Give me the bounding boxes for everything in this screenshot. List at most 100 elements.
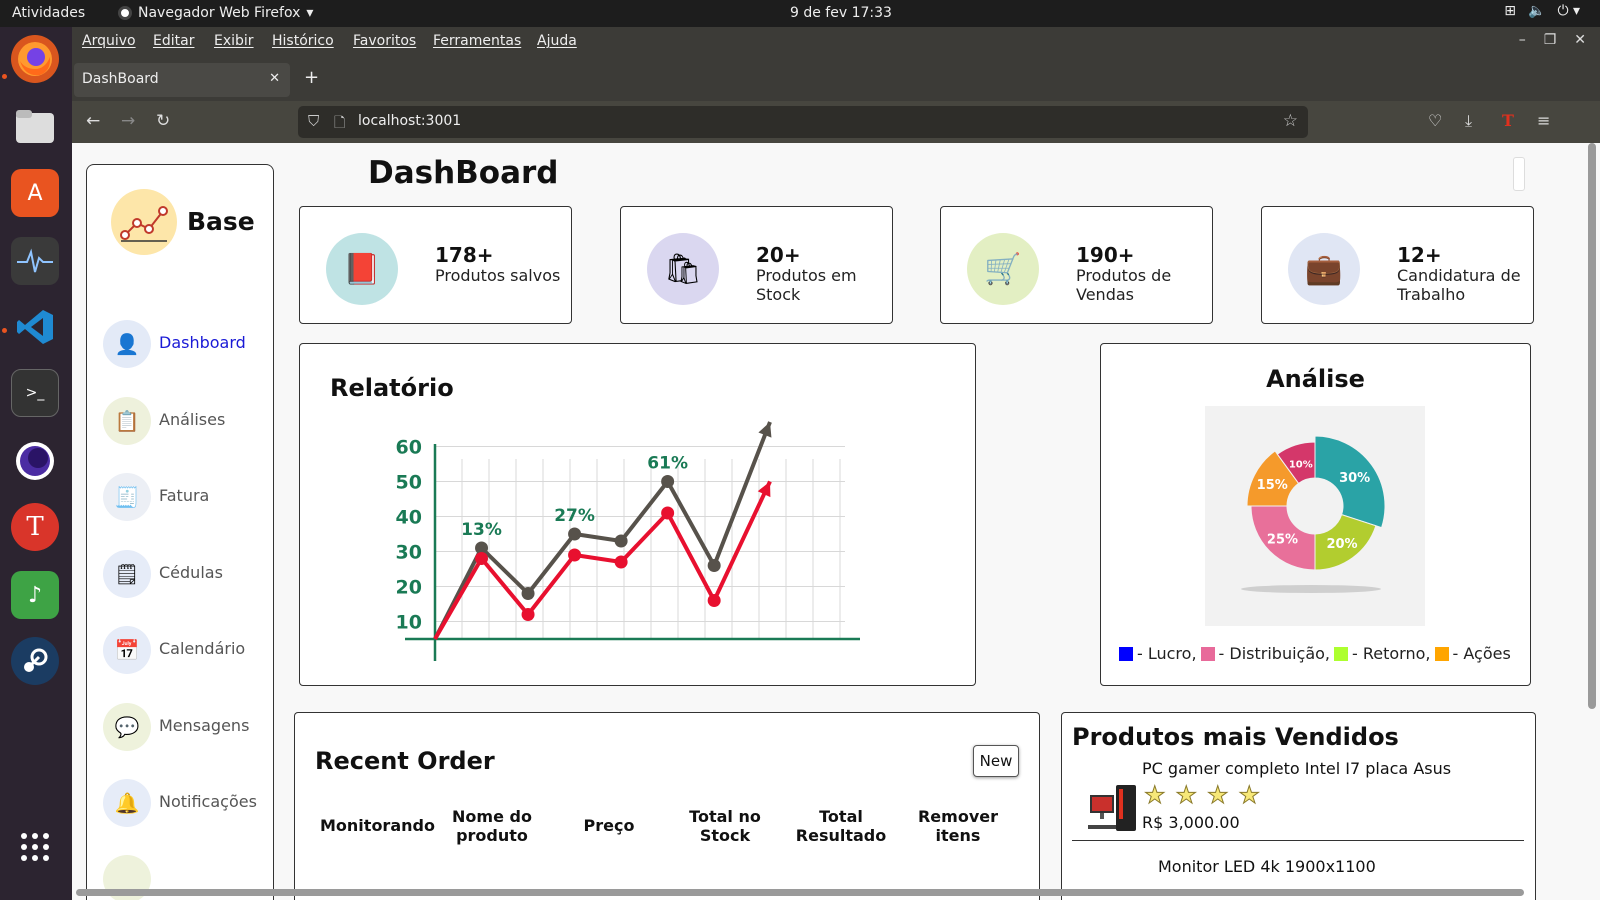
minimize-icon[interactable]: – xyxy=(1519,32,1526,48)
sidebar-item-label: Cédulas xyxy=(159,563,223,582)
menu-exibir[interactable]: Exibir xyxy=(214,33,254,49)
y-tick-label: 20 xyxy=(396,577,422,599)
back-icon[interactable]: ← xyxy=(86,111,100,131)
y-tick-label: 10 xyxy=(396,612,422,634)
column-header-monitorando[interactable]: Monitorando xyxy=(320,816,435,835)
data-point xyxy=(568,548,582,562)
data-point xyxy=(661,506,675,520)
analysis-legend: - Lucro, - Distribuição, - Retorno, - Aç… xyxy=(1119,644,1515,663)
new-order-button[interactable]: New xyxy=(973,745,1019,777)
menu-historico[interactable]: Histórico xyxy=(272,33,334,49)
sidebar-item-label: Calendário xyxy=(159,639,246,658)
bookmark-star-icon[interactable]: ☆ xyxy=(1283,111,1298,131)
column-header-remover-itens[interactable]: Remover itens xyxy=(903,807,1013,845)
show-apps-icon[interactable] xyxy=(11,823,59,871)
page-title: DashBoard xyxy=(368,155,559,191)
column-header-total-no-stock[interactable]: Total no Stock xyxy=(670,807,780,845)
sidebar-item-fatura[interactable]: 🧾 Fatura xyxy=(103,473,273,521)
legend-label: - Retorno, xyxy=(1352,644,1431,663)
menu-favoritos[interactable]: Favoritos xyxy=(353,33,416,49)
stat-card-candidatura[interactable]: 💼 12+ Candidatura de Trabalho xyxy=(1261,206,1534,324)
vscode-icon[interactable] xyxy=(11,303,59,351)
hamburger-menu-icon[interactable]: ≡ xyxy=(1537,111,1550,130)
page-scroll-widget[interactable] xyxy=(1513,157,1525,191)
column-header-preco[interactable]: Preço xyxy=(554,816,664,835)
navigation-toolbar: ← → ↻ ⛉ 🗋 localhost:3001 ☆ ♡ ⤓ T ≡ xyxy=(72,101,1600,143)
product-name[interactable]: Monitor LED 4k 1900x1100 xyxy=(1158,857,1376,876)
sidebar-item-label: Dashboard xyxy=(159,333,246,352)
notes-icon: 🗒 xyxy=(103,550,151,598)
steam-icon[interactable] xyxy=(11,637,59,685)
shopping-bag-icon: 🛍 xyxy=(647,233,719,305)
extension-icon[interactable]: T xyxy=(1502,111,1514,130)
cart-icon: 🛒 xyxy=(967,233,1039,305)
music-player-icon[interactable]: ♪ xyxy=(11,571,59,619)
product-name[interactable]: PC gamer completo Intel I7 placa Asus xyxy=(1142,759,1451,778)
pie-slice-label: 10% xyxy=(1289,459,1313,470)
sidebar-item-label: Análises xyxy=(159,410,226,429)
briefcase-icon: 💼 xyxy=(1288,233,1360,305)
typora-icon[interactable]: T xyxy=(11,503,59,551)
sidebar-item-dashboard[interactable]: 👤 Dashboard xyxy=(103,320,273,368)
product-divider xyxy=(1072,840,1524,841)
horizontal-scrollbar[interactable] xyxy=(76,889,1524,896)
shield-icon[interactable]: ⛉ xyxy=(308,112,319,130)
menu-editar[interactable]: Editar xyxy=(153,33,194,49)
tor-browser-icon[interactable] xyxy=(11,437,59,485)
y-tick-label: 60 xyxy=(396,437,422,459)
close-window-icon[interactable]: ✕ xyxy=(1574,32,1586,48)
column-header-nome-do-produto[interactable]: Nome do produto xyxy=(437,807,547,845)
stat-card-produtos-salvos[interactable]: 📕 178+ Produtos salvos xyxy=(299,206,572,324)
files-icon[interactable] xyxy=(11,103,59,151)
downloads-icon[interactable]: ⤓ xyxy=(1465,111,1472,131)
clock[interactable]: 9 de fev 17:33 xyxy=(790,5,892,21)
stat-value: 178+ xyxy=(435,243,494,267)
stat-card-produtos-em-stock[interactable]: 🛍 20+ Produtos em Stock xyxy=(620,206,893,324)
page-info-icon[interactable]: 🗋 xyxy=(334,112,345,136)
sidebar-item-cedulas[interactable]: 🗒 Cédulas xyxy=(103,550,273,598)
legend-swatch xyxy=(1119,646,1133,661)
analysis-pie-chart: 30% 20% 25% 15%10% xyxy=(1241,435,1386,593)
network-icon[interactable]: ⊞ xyxy=(1504,3,1516,19)
legend-label: - Distribuição, xyxy=(1218,644,1331,663)
power-icon[interactable]: ⏻ ▾ xyxy=(1557,3,1580,19)
menu-ferramentas[interactable]: Ferramentas xyxy=(433,33,521,49)
brand-name: Base xyxy=(187,207,255,236)
sidebar-item-calendario[interactable]: 📅 Calendário xyxy=(103,626,273,674)
tab-dashboard[interactable]: DashBoard ✕ xyxy=(74,63,290,97)
stat-card-produtos-de-vendas[interactable]: 🛒 190+ Produtos de Vendas xyxy=(940,206,1213,324)
reload-icon[interactable]: ↻ xyxy=(156,111,170,131)
gaming-pc-image[interactable] xyxy=(1086,781,1142,837)
url-bar[interactable]: ⛉ 🗋 localhost:3001 ☆ xyxy=(298,106,1308,138)
app-menu[interactable]: Navegador Web Firefox ▾ xyxy=(118,5,313,21)
system-top-bar: Atividades Navegador Web Firefox ▾ 9 de … xyxy=(0,0,1600,27)
menu-arquivo[interactable]: Arquivo xyxy=(82,33,136,49)
analysis-title: Análise xyxy=(1266,365,1365,393)
volume-icon[interactable]: 🔈 xyxy=(1528,3,1545,19)
sidebar-item-mensagens[interactable]: 💬 Mensagens xyxy=(103,703,273,751)
pie-slice-label: 30% xyxy=(1339,471,1370,486)
forward-icon[interactable]: → xyxy=(121,111,135,131)
data-point xyxy=(475,552,489,565)
tab-close-icon[interactable]: ✕ xyxy=(269,71,280,86)
sidebar-item-notificacoes[interactable]: 🔔 Notificações xyxy=(103,779,273,827)
terminal-icon[interactable]: >_ xyxy=(11,369,59,417)
new-tab-icon[interactable]: + xyxy=(304,67,319,88)
activities-button[interactable]: Atividades xyxy=(12,5,85,21)
pocket-icon[interactable]: ♡ xyxy=(1428,111,1442,130)
software-center-icon[interactable]: A xyxy=(11,169,59,217)
legend-swatch xyxy=(1434,646,1449,661)
column-header-total-resultado[interactable]: Total Resultado xyxy=(786,807,896,845)
sidebar-item-analises[interactable]: 📋 Análises xyxy=(103,397,273,445)
vertical-scrollbar[interactable] xyxy=(1588,143,1596,709)
firefox-icon[interactable] xyxy=(11,35,59,83)
restore-icon[interactable]: ❐ xyxy=(1544,32,1557,48)
data-label: 27% xyxy=(554,506,595,526)
menu-ajuda[interactable]: Ajuda xyxy=(537,33,577,49)
star-icon: ★ xyxy=(1144,781,1166,810)
system-monitor-icon[interactable] xyxy=(11,237,59,285)
sidebar-item-label: Fatura xyxy=(159,486,210,505)
stat-label: Produtos em Stock xyxy=(756,266,857,304)
legend-label: - Lucro, xyxy=(1137,644,1197,663)
system-tray[interactable]: ⊞ 🔈 ⏻ ▾ xyxy=(1504,3,1580,19)
